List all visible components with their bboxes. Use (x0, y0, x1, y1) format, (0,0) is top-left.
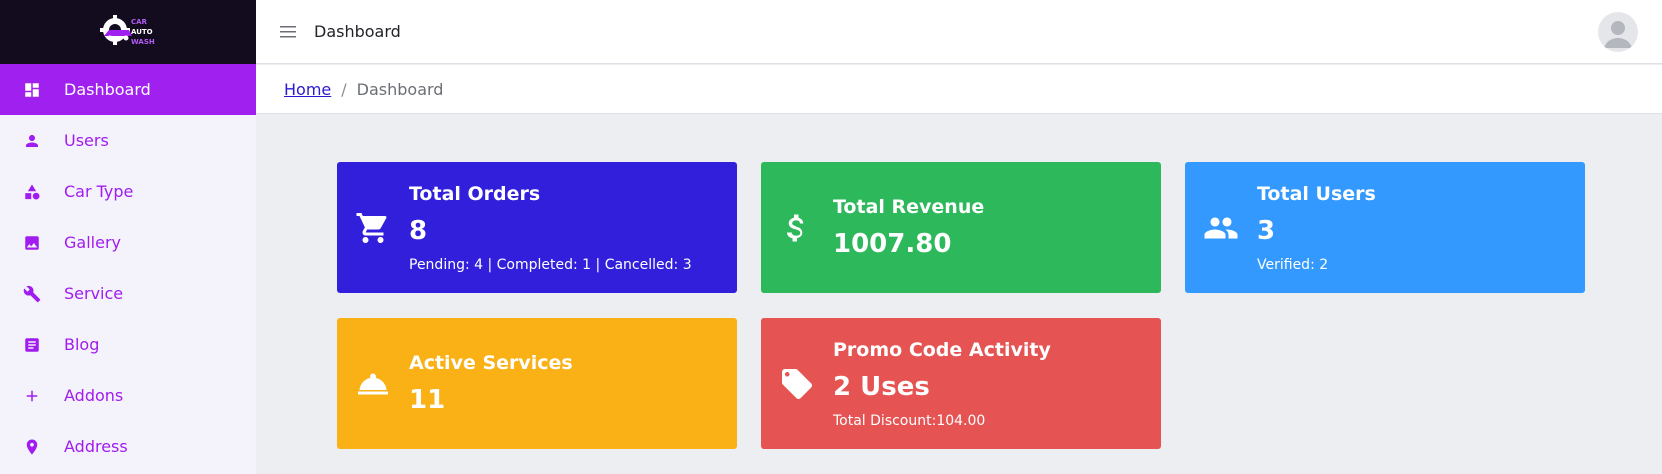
sidebar-item-address[interactable]: Address (0, 421, 256, 472)
card-title: Total Revenue (833, 195, 985, 218)
sidebar-item-users[interactable]: Users (0, 115, 256, 166)
dollar-icon (779, 210, 815, 246)
card-value: 2 Uses (833, 371, 930, 402)
sidebar-item-gallery[interactable]: Gallery (0, 217, 256, 268)
article-icon (22, 335, 42, 355)
breadcrumb-home-link[interactable]: Home (284, 80, 331, 99)
dashboard-icon (22, 80, 42, 100)
card-subtext: Verified: 2 (1257, 256, 1329, 273)
sidebar-nav: Dashboard Users Car Type Gallery Service (0, 64, 256, 472)
breadcrumb-separator: / (341, 79, 347, 99)
card-body: Active Services 11 (409, 318, 727, 449)
brand-bar: CAR AUTO WASH (0, 0, 256, 64)
card-title: Promo Code Activity (833, 338, 1051, 361)
sidebar-item-service[interactable]: Service (0, 268, 256, 319)
page-title: Dashboard (314, 22, 401, 41)
card-body: Promo Code Activity 2 Uses Total Discoun… (833, 318, 1151, 449)
logo-text-auto: AUTO (131, 28, 153, 36)
sidebar-item-car-type[interactable]: Car Type (0, 166, 256, 217)
logo-text-car: CAR (131, 18, 148, 26)
top-header: Dashboard (256, 0, 1662, 64)
image-icon (22, 233, 42, 253)
card-value: 8 (409, 215, 428, 246)
sidebar-item-label: Address (64, 437, 128, 456)
cart-icon (355, 210, 391, 246)
sidebar-item-label: Users (64, 131, 109, 150)
breadcrumb: Home / Dashboard (256, 65, 1662, 114)
sidebar-item-blog[interactable]: Blog (0, 319, 256, 370)
logo-text-wash: WASH (131, 38, 155, 46)
card-value: 11 (409, 384, 446, 415)
card-body: Total Orders 8 Pending: 4 | Completed: 1… (409, 162, 727, 293)
card-title: Total Orders (409, 182, 541, 205)
sidebar-item-label: Service (64, 284, 124, 303)
sidebar-item-label: Dashboard (64, 80, 151, 99)
users-icon (1203, 210, 1239, 246)
sidebar-item-label: Gallery (64, 233, 121, 252)
total-orders-card[interactable]: Total Orders 8 Pending: 4 | Completed: 1… (337, 162, 737, 293)
service-bell-icon (355, 366, 391, 402)
car-auto-wash-logo[interactable]: CAR AUTO WASH (98, 12, 158, 52)
card-value: 1007.80 (833, 228, 952, 259)
shapes-icon (22, 182, 42, 202)
wrench-icon (22, 284, 42, 304)
card-title: Total Users (1257, 182, 1376, 205)
menu-toggle-icon[interactable] (278, 22, 298, 42)
sidebar-item-label: Car Type (64, 182, 134, 201)
location-pin-icon (22, 437, 42, 457)
total-revenue-card[interactable]: Total Revenue 1007.80 (761, 162, 1161, 293)
sidebar: CAR AUTO WASH Dashboard Users Car Type G… (0, 0, 256, 474)
card-value: 3 (1257, 215, 1276, 246)
user-icon (22, 131, 42, 151)
promo-code-activity-card[interactable]: Promo Code Activity 2 Uses Total Discoun… (761, 318, 1161, 449)
card-body: Total Revenue 1007.80 (833, 162, 1151, 293)
total-users-card[interactable]: Total Users 3 Verified: 2 (1185, 162, 1585, 293)
user-avatar[interactable] (1598, 12, 1638, 52)
plus-icon (22, 386, 42, 406)
sidebar-item-label: Addons (64, 386, 124, 405)
tag-icon (779, 366, 815, 402)
active-services-card[interactable]: Active Services 11 (337, 318, 737, 449)
sidebar-item-dashboard[interactable]: Dashboard (0, 64, 256, 115)
card-body: Total Users 3 Verified: 2 (1257, 162, 1575, 293)
card-subtext: Total Discount:104.00 (833, 412, 986, 429)
card-subtext: Pending: 4 | Completed: 1 | Cancelled: 3 (409, 256, 692, 273)
card-title: Active Services (409, 351, 573, 374)
sidebar-item-addons[interactable]: Addons (0, 370, 256, 421)
breadcrumb-current: Dashboard (356, 79, 444, 99)
sidebar-item-label: Blog (64, 335, 100, 354)
